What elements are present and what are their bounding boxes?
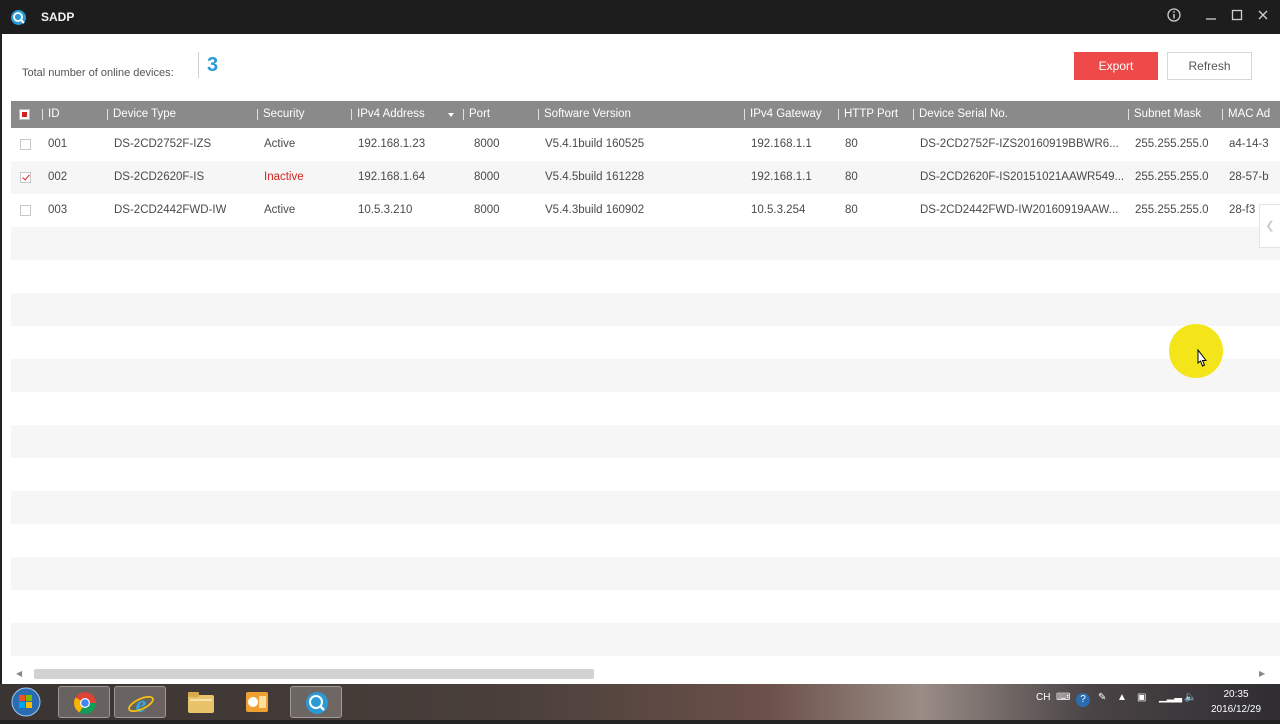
empty-row (11, 491, 1280, 524)
device-table-body: 001 DS-2CD2752F-IZS Active 192.168.1.23 … (11, 128, 1280, 668)
cell-device-type: DS-2CD2442FWD-IW (114, 204, 227, 216)
column-header-subnet-mask[interactable]: Subnet Mask (1128, 101, 1201, 128)
cell-serial: DS-2CD2620F-IS20151021AAWR549... (920, 171, 1125, 183)
empty-row (11, 227, 1280, 260)
empty-row (11, 425, 1280, 458)
minimize-icon[interactable] (1202, 8, 1220, 26)
row-checkbox[interactable] (20, 139, 31, 150)
column-header-mac[interactable]: MAC Ad (1222, 101, 1270, 128)
cell-ipv4-address: 192.168.1.23 (358, 138, 426, 150)
volume-icon[interactable]: 🔈 (1184, 692, 1196, 703)
show-hidden-icons-icon[interactable]: ▲ (1117, 692, 1127, 703)
internet-explorer-icon[interactable]: e (114, 686, 166, 718)
table-row[interactable]: 003 DS-2CD2442FWD-IW Active 10.5.3.210 8… (11, 194, 1280, 227)
file-explorer-icon[interactable] (175, 686, 227, 718)
maximize-icon[interactable] (1228, 8, 1246, 26)
sadp-logo-icon (11, 10, 26, 25)
network-signal-icon[interactable]: ▁▂▃ (1159, 692, 1182, 703)
row-checkbox[interactable] (20, 172, 31, 183)
select-all-checkbox[interactable] (19, 109, 30, 120)
empty-row (11, 359, 1280, 392)
column-header-serial[interactable]: Device Serial No. (913, 101, 1008, 128)
column-header-port[interactable]: Port (463, 101, 490, 128)
cell-subnet-mask: 255.255.255.0 (1135, 171, 1209, 183)
column-header-http-port[interactable]: HTTP Port (838, 101, 898, 128)
cell-software-version: V5.4.1build 160525 (545, 138, 645, 150)
online-devices-label: Total number of online devices: (22, 67, 174, 79)
refresh-button[interactable]: Refresh (1167, 52, 1252, 80)
chrome-icon[interactable] (58, 686, 110, 718)
scrollbar-thumb[interactable] (34, 669, 594, 679)
outlook-icon[interactable] (231, 686, 283, 718)
device-icon[interactable]: ▣ (1137, 692, 1146, 703)
cell-serial: DS-2CD2752F-IZS20160919BBWR6... (920, 138, 1119, 150)
cell-security: Active (264, 204, 296, 216)
export-button[interactable]: Export (1074, 52, 1158, 80)
row-checkbox[interactable] (20, 205, 31, 216)
taskbar-clock[interactable]: 20:35 2016/12/29 (1200, 687, 1272, 717)
svg-text:e: e (136, 692, 147, 718)
sort-descending-icon (448, 113, 454, 117)
cell-mac: a4-14-3 (1229, 138, 1269, 150)
cell-device-type: DS-2CD2620F-IS (114, 171, 205, 183)
empty-row (11, 557, 1280, 590)
cell-subnet-mask: 255.255.255.0 (1135, 138, 1209, 150)
horizontal-scrollbar[interactable]: ◀ ▶ (12, 667, 1270, 681)
side-panel-toggle[interactable]: ❮ (1259, 204, 1280, 248)
table-row[interactable]: 001 DS-2CD2752F-IZS Active 192.168.1.23 … (11, 128, 1280, 161)
scroll-left-icon[interactable]: ◀ (16, 669, 22, 678)
cell-mac: 28-57-b (1229, 171, 1269, 183)
empty-row (11, 293, 1280, 326)
column-header-device-type[interactable]: Device Type (107, 101, 176, 128)
cell-port: 8000 (474, 171, 500, 183)
column-header-ipv4-gateway[interactable]: IPv4 Gateway (744, 101, 822, 128)
cell-port: 8000 (474, 138, 500, 150)
clock-time: 20:35 (1223, 689, 1249, 700)
column-header-id[interactable]: ID (42, 101, 60, 128)
column-header-security[interactable]: Security (257, 101, 305, 128)
column-header-ipv4-address[interactable]: IPv4 Address (351, 101, 425, 128)
cell-ipv4-address: 192.168.1.64 (358, 171, 426, 183)
cell-port: 8000 (474, 204, 500, 216)
cell-id: 002 (48, 171, 68, 183)
sadp-taskbar-icon[interactable] (290, 686, 342, 718)
empty-row (11, 623, 1280, 656)
language-indicator[interactable]: CH (1036, 692, 1050, 703)
cell-serial: DS-2CD2442FWD-IW20160919AAW... (920, 204, 1119, 216)
online-devices-count: 3 (198, 52, 218, 78)
cell-http-port: 80 (845, 204, 858, 216)
cell-id: 001 (48, 138, 68, 150)
column-header-software-version[interactable]: Software Version (538, 101, 631, 128)
cell-ipv4-gateway: 10.5.3.254 (751, 204, 806, 216)
mouse-pointer-icon (1197, 349, 1208, 367)
cell-security: Active (264, 138, 296, 150)
cell-software-version: V5.4.3build 160902 (545, 204, 645, 216)
help-icon[interactable]: ? (1076, 693, 1090, 707)
pen-icon[interactable]: ✎ (1098, 692, 1106, 703)
cell-http-port: 80 (845, 138, 858, 150)
taskbar: e CH ⌨ ? ✎ ▲ ▣ ▁▂▃ 🔈 20:35 2016/12/29 (0, 684, 1280, 720)
table-row[interactable]: 002 DS-2CD2620F-IS Inactive 192.168.1.64… (11, 161, 1280, 194)
main-content: Total number of online devices: 3 Export… (2, 34, 1280, 684)
cell-software-version: V5.4.5build 161228 (545, 171, 645, 183)
app-root: SADP Total number of online devices: 3 E… (0, 0, 1280, 720)
keyboard-icon[interactable]: ⌨ (1056, 692, 1070, 703)
close-icon[interactable] (1254, 8, 1272, 26)
cell-ipv4-gateway: 192.168.1.1 (751, 138, 812, 150)
cell-subnet-mask: 255.255.255.0 (1135, 204, 1209, 216)
info-icon[interactable] (1165, 8, 1183, 26)
cell-id: 003 (48, 204, 68, 216)
cell-ipv4-address: 10.5.3.210 (358, 204, 413, 216)
start-orb-icon[interactable] (1, 686, 47, 718)
device-table-header: ID Device Type Security IPv4 Address Por… (11, 101, 1280, 128)
cell-http-port: 80 (845, 171, 858, 183)
scroll-right-icon[interactable]: ▶ (1259, 669, 1265, 678)
cell-security: Inactive (264, 171, 304, 183)
cell-ipv4-gateway: 192.168.1.1 (751, 171, 812, 183)
window-title: SADP (41, 10, 75, 24)
title-bar: SADP (0, 0, 1280, 34)
cell-device-type: DS-2CD2752F-IZS (114, 138, 212, 150)
clock-date: 2016/12/29 (1210, 704, 1262, 715)
